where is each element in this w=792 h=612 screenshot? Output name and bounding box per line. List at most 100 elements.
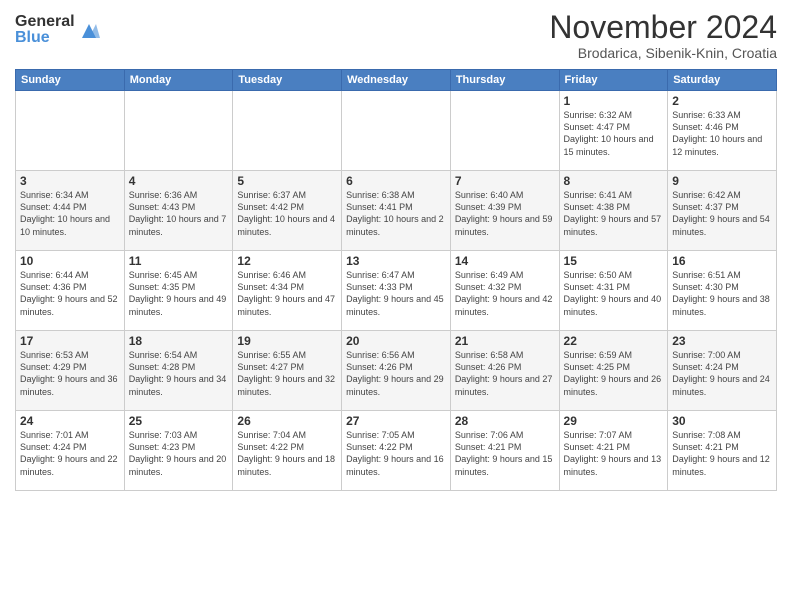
calendar-cell: 2Sunrise: 6:33 AM Sunset: 4:46 PM Daylig…	[668, 91, 777, 171]
calendar-cell	[233, 91, 342, 171]
day-number: 3	[20, 174, 120, 188]
day-number: 29	[564, 414, 664, 428]
calendar-cell: 15Sunrise: 6:50 AM Sunset: 4:31 PM Dayli…	[559, 251, 668, 331]
day-info: Sunrise: 6:50 AM Sunset: 4:31 PM Dayligh…	[564, 269, 664, 318]
day-info: Sunrise: 6:59 AM Sunset: 4:25 PM Dayligh…	[564, 349, 664, 398]
calendar-cell: 27Sunrise: 7:05 AM Sunset: 4:22 PM Dayli…	[342, 411, 451, 491]
day-info: Sunrise: 7:05 AM Sunset: 4:22 PM Dayligh…	[346, 429, 446, 478]
logo-blue: Blue	[15, 30, 75, 46]
day-info: Sunrise: 6:51 AM Sunset: 4:30 PM Dayligh…	[672, 269, 772, 318]
day-number: 28	[455, 414, 555, 428]
day-info: Sunrise: 6:37 AM Sunset: 4:42 PM Dayligh…	[237, 189, 337, 238]
calendar-cell	[342, 91, 451, 171]
calendar-cell: 30Sunrise: 7:08 AM Sunset: 4:21 PM Dayli…	[668, 411, 777, 491]
day-info: Sunrise: 7:07 AM Sunset: 4:21 PM Dayligh…	[564, 429, 664, 478]
header-tuesday: Tuesday	[233, 70, 342, 91]
day-info: Sunrise: 7:00 AM Sunset: 4:24 PM Dayligh…	[672, 349, 772, 398]
calendar-cell: 17Sunrise: 6:53 AM Sunset: 4:29 PM Dayli…	[16, 331, 125, 411]
day-number: 8	[564, 174, 664, 188]
calendar-row-1: 3Sunrise: 6:34 AM Sunset: 4:44 PM Daylig…	[16, 171, 777, 251]
day-info: Sunrise: 6:41 AM Sunset: 4:38 PM Dayligh…	[564, 189, 664, 238]
day-number: 13	[346, 254, 446, 268]
day-number: 24	[20, 414, 120, 428]
calendar-cell: 5Sunrise: 6:37 AM Sunset: 4:42 PM Daylig…	[233, 171, 342, 251]
calendar-cell: 16Sunrise: 6:51 AM Sunset: 4:30 PM Dayli…	[668, 251, 777, 331]
day-number: 10	[20, 254, 120, 268]
day-number: 2	[672, 94, 772, 108]
calendar-cell: 10Sunrise: 6:44 AM Sunset: 4:36 PM Dayli…	[16, 251, 125, 331]
page-header: General Blue November 2024 Brodarica, Si…	[15, 10, 777, 61]
calendar-table: Sunday Monday Tuesday Wednesday Thursday…	[15, 69, 777, 491]
day-info: Sunrise: 6:56 AM Sunset: 4:26 PM Dayligh…	[346, 349, 446, 398]
day-number: 25	[129, 414, 229, 428]
calendar-cell: 26Sunrise: 7:04 AM Sunset: 4:22 PM Dayli…	[233, 411, 342, 491]
calendar-cell: 11Sunrise: 6:45 AM Sunset: 4:35 PM Dayli…	[124, 251, 233, 331]
day-info: Sunrise: 6:40 AM Sunset: 4:39 PM Dayligh…	[455, 189, 555, 238]
day-number: 23	[672, 334, 772, 348]
day-info: Sunrise: 7:08 AM Sunset: 4:21 PM Dayligh…	[672, 429, 772, 478]
day-number: 9	[672, 174, 772, 188]
logo-icon	[78, 20, 100, 42]
calendar-cell: 18Sunrise: 6:54 AM Sunset: 4:28 PM Dayli…	[124, 331, 233, 411]
day-info: Sunrise: 6:33 AM Sunset: 4:46 PM Dayligh…	[672, 109, 772, 158]
day-number: 22	[564, 334, 664, 348]
header-saturday: Saturday	[668, 70, 777, 91]
day-info: Sunrise: 6:55 AM Sunset: 4:27 PM Dayligh…	[237, 349, 337, 398]
page-container: General Blue November 2024 Brodarica, Si…	[0, 0, 792, 501]
calendar-cell: 25Sunrise: 7:03 AM Sunset: 4:23 PM Dayli…	[124, 411, 233, 491]
calendar-cell: 24Sunrise: 7:01 AM Sunset: 4:24 PM Dayli…	[16, 411, 125, 491]
day-number: 27	[346, 414, 446, 428]
calendar-cell: 14Sunrise: 6:49 AM Sunset: 4:32 PM Dayli…	[450, 251, 559, 331]
day-number: 12	[237, 254, 337, 268]
calendar-row-3: 17Sunrise: 6:53 AM Sunset: 4:29 PM Dayli…	[16, 331, 777, 411]
calendar-cell	[450, 91, 559, 171]
day-info: Sunrise: 6:49 AM Sunset: 4:32 PM Dayligh…	[455, 269, 555, 318]
calendar-cell: 4Sunrise: 6:36 AM Sunset: 4:43 PM Daylig…	[124, 171, 233, 251]
day-number: 14	[455, 254, 555, 268]
day-info: Sunrise: 6:46 AM Sunset: 4:34 PM Dayligh…	[237, 269, 337, 318]
day-number: 5	[237, 174, 337, 188]
calendar-header-row: Sunday Monday Tuesday Wednesday Thursday…	[16, 70, 777, 91]
calendar-cell: 1Sunrise: 6:32 AM Sunset: 4:47 PM Daylig…	[559, 91, 668, 171]
day-number: 18	[129, 334, 229, 348]
day-info: Sunrise: 6:54 AM Sunset: 4:28 PM Dayligh…	[129, 349, 229, 398]
day-number: 17	[20, 334, 120, 348]
day-info: Sunrise: 6:42 AM Sunset: 4:37 PM Dayligh…	[672, 189, 772, 238]
calendar-cell: 9Sunrise: 6:42 AM Sunset: 4:37 PM Daylig…	[668, 171, 777, 251]
day-number: 1	[564, 94, 664, 108]
day-info: Sunrise: 6:34 AM Sunset: 4:44 PM Dayligh…	[20, 189, 120, 238]
day-number: 26	[237, 414, 337, 428]
day-number: 4	[129, 174, 229, 188]
logo-text: General Blue	[15, 14, 75, 46]
header-wednesday: Wednesday	[342, 70, 451, 91]
day-number: 20	[346, 334, 446, 348]
title-section: November 2024 Brodarica, Sibenik-Knin, C…	[549, 10, 777, 61]
day-number: 16	[672, 254, 772, 268]
day-info: Sunrise: 6:58 AM Sunset: 4:26 PM Dayligh…	[455, 349, 555, 398]
calendar-cell: 20Sunrise: 6:56 AM Sunset: 4:26 PM Dayli…	[342, 331, 451, 411]
logo-general: General	[15, 14, 75, 30]
header-friday: Friday	[559, 70, 668, 91]
month-title: November 2024	[549, 10, 777, 45]
day-info: Sunrise: 6:53 AM Sunset: 4:29 PM Dayligh…	[20, 349, 120, 398]
header-sunday: Sunday	[16, 70, 125, 91]
day-info: Sunrise: 7:01 AM Sunset: 4:24 PM Dayligh…	[20, 429, 120, 478]
calendar-cell: 13Sunrise: 6:47 AM Sunset: 4:33 PM Dayli…	[342, 251, 451, 331]
day-info: Sunrise: 6:36 AM Sunset: 4:43 PM Dayligh…	[129, 189, 229, 238]
calendar-row-2: 10Sunrise: 6:44 AM Sunset: 4:36 PM Dayli…	[16, 251, 777, 331]
day-number: 15	[564, 254, 664, 268]
calendar-cell: 23Sunrise: 7:00 AM Sunset: 4:24 PM Dayli…	[668, 331, 777, 411]
header-monday: Monday	[124, 70, 233, 91]
header-thursday: Thursday	[450, 70, 559, 91]
calendar-cell: 22Sunrise: 6:59 AM Sunset: 4:25 PM Dayli…	[559, 331, 668, 411]
day-info: Sunrise: 7:04 AM Sunset: 4:22 PM Dayligh…	[237, 429, 337, 478]
calendar-cell: 19Sunrise: 6:55 AM Sunset: 4:27 PM Dayli…	[233, 331, 342, 411]
day-number: 6	[346, 174, 446, 188]
calendar-cell	[124, 91, 233, 171]
day-number: 21	[455, 334, 555, 348]
calendar-cell: 6Sunrise: 6:38 AM Sunset: 4:41 PM Daylig…	[342, 171, 451, 251]
day-info: Sunrise: 6:32 AM Sunset: 4:47 PM Dayligh…	[564, 109, 664, 158]
calendar-row-4: 24Sunrise: 7:01 AM Sunset: 4:24 PM Dayli…	[16, 411, 777, 491]
day-info: Sunrise: 7:03 AM Sunset: 4:23 PM Dayligh…	[129, 429, 229, 478]
logo: General Blue	[15, 14, 100, 46]
